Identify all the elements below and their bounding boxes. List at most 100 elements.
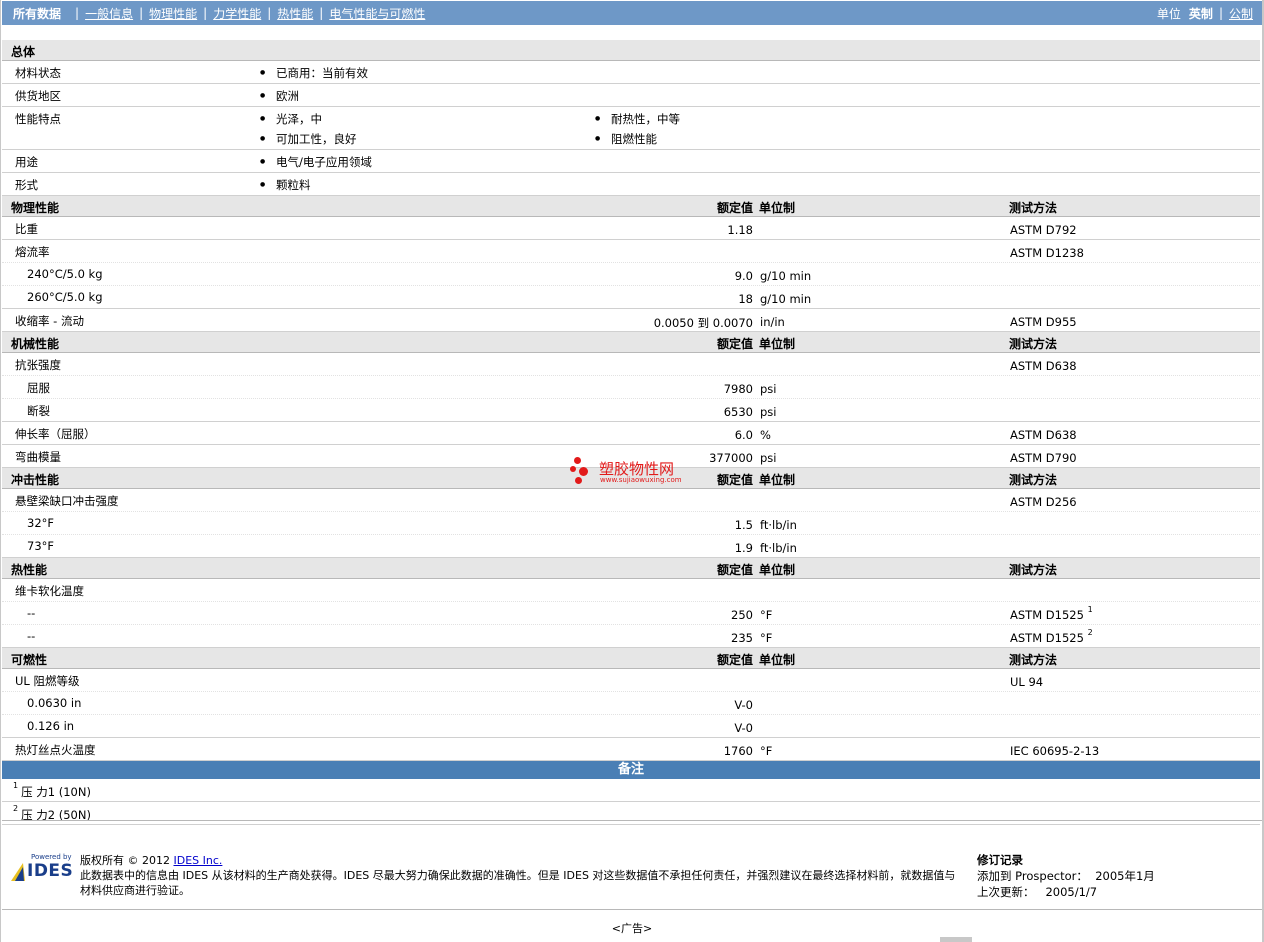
test-method-text: ASTM D1238 <box>1010 246 1084 260</box>
ides-logo[interactable]: Powered by IDES <box>9 853 73 883</box>
note-text-wrap: 1压 力1 (10N) <box>13 781 91 800</box>
table-row: 悬壁梁缺口冲击强度 ASTM D256 <box>2 489 1260 512</box>
nav-link-mechanical[interactable]: 力学性能 <box>213 5 261 22</box>
property-values: 欧洲 <box>260 88 940 108</box>
property-value: 1.18 <box>727 223 753 237</box>
section-header: 机械性能 额定值 单位制 测试方法 <box>2 332 1260 353</box>
footer: Powered by IDES 版权所有 © 2012 IDES Inc. 此数… <box>2 820 1262 910</box>
property-unit: psi <box>760 405 777 419</box>
property-name: -- <box>27 629 36 643</box>
horizontal-scrollbar[interactable] <box>940 937 972 942</box>
property-name: 弯曲模量 <box>15 450 61 464</box>
table-row: 抗张强度 ASTM D638 <box>2 353 1260 376</box>
updated-label: 上次更新： <box>977 885 1035 899</box>
property-unit: g/10 min <box>760 292 812 306</box>
table-row: 73°F 1.9 ft·lb/in <box>2 535 1260 558</box>
general-row: 供货地区 欧洲 <box>2 84 1260 107</box>
section-header: 物理性能 额定值 单位制 测试方法 <box>2 196 1260 217</box>
col-header-unit: 单位制 <box>759 201 796 215</box>
property-value: 7980 <box>723 382 753 396</box>
notes-header: 备注 <box>2 761 1260 779</box>
property-value-item: 可加工性，良好 <box>260 131 595 151</box>
test-method-text: ASTM D1525 <box>1010 631 1084 645</box>
top-nav: 所有数据 | 一般信息 | 物理性能 | 力学性能 | 热性能 | 电气性能与可… <box>2 1 1262 25</box>
test-method: ASTM D638 <box>1010 359 1077 373</box>
property-name: 0.126 in <box>27 719 75 733</box>
property-unit: g/10 min <box>760 269 812 283</box>
table-row: 熔流率 ASTM D1238 <box>2 240 1260 263</box>
property-value: 1.5 <box>734 518 753 532</box>
note-row: 1压 力1 (10N) <box>2 779 1260 802</box>
property-values: 已商用：当前有效 <box>260 65 940 85</box>
col-header-value: 额定值 <box>716 653 753 667</box>
test-method: ASTM D790 <box>1010 451 1077 465</box>
unit-imperial[interactable]: 英制 <box>1189 5 1213 22</box>
property-value: V-0 <box>734 721 753 735</box>
property-unit: °F <box>760 631 773 645</box>
property-value: 0.0050 到 0.0070 <box>653 316 753 330</box>
property-name: 0.0630 in <box>27 696 82 710</box>
property-name: 抗张强度 <box>15 358 61 372</box>
property-value: 377000 <box>709 451 753 465</box>
section-title: 冲击性能 <box>11 473 60 487</box>
disclaimer-text: 此数据表中的信息由 IDES 从该材料的生产商处获得。IDES 尽最大努力确保此… <box>80 869 956 897</box>
ad-label[interactable]: <广告> <box>0 920 1264 936</box>
property-unit: psi <box>760 451 777 465</box>
unit-metric-link[interactable]: 公制 <box>1229 5 1253 22</box>
property-name: 维卡软化温度 <box>15 584 84 598</box>
property-value: 1.9 <box>734 541 753 555</box>
col-header-unit: 单位制 <box>759 473 796 487</box>
col-header-value: 额定值 <box>716 473 753 487</box>
col-header-method: 测试方法 <box>1009 201 1058 215</box>
copyright-block: 版权所有 © 2012 IDES Inc. 此数据表中的信息由 IDES 从该材… <box>80 853 960 898</box>
property-value: 250 <box>731 608 753 622</box>
property-name: 供货地区 <box>15 89 61 103</box>
table-row: 伸长率（屈服） 6.0% ASTM D638 <box>2 422 1260 445</box>
property-value: 6.0 <box>734 428 753 442</box>
property-name: 用途 <box>15 155 38 169</box>
general-row: 材料状态 已商用：当前有效 <box>2 61 1260 84</box>
general-row: 性能特点 光泽，中耐热性，中等可加工性，良好阻燃性能 <box>2 107 1260 150</box>
section-title: 热性能 <box>11 563 48 577</box>
general-row: 形式 颗粒料 <box>2 173 1260 196</box>
nav-link-thermal[interactable]: 热性能 <box>277 5 313 22</box>
property-value-item: 电气/电子应用领域 <box>260 154 595 174</box>
property-values: 颗粒料 <box>260 177 940 197</box>
nav-link-physical[interactable]: 物理性能 <box>149 5 197 22</box>
test-method: IEC 60695-2-13 <box>1010 744 1099 758</box>
section-header: 可燃性 额定值 单位制 测试方法 <box>2 648 1260 669</box>
nav-all-data[interactable]: 所有数据 <box>2 5 69 22</box>
property-unit: °F <box>760 744 773 758</box>
property-name: 屈服 <box>27 381 50 395</box>
added-value: 2005年1月 <box>1095 869 1155 883</box>
ides-link[interactable]: IDES Inc. <box>173 854 222 867</box>
table-row: UL 阻燃等级 UL 94 <box>2 669 1260 692</box>
nav-link-electrical[interactable]: 电气性能与可燃性 <box>329 5 425 22</box>
property-unit: ft·lb/in <box>760 518 797 532</box>
property-unit: % <box>760 428 771 442</box>
col-header-value: 额定值 <box>716 201 753 215</box>
nav-link-general[interactable]: 一般信息 <box>85 5 133 22</box>
property-unit: psi <box>760 382 777 396</box>
table-row: 断裂 6530 psi <box>2 399 1260 422</box>
test-method-text: UL 94 <box>1010 675 1044 689</box>
property-name: 32°F <box>27 516 54 530</box>
property-name: 73°F <box>27 539 54 553</box>
property-name: 260°C/5.0 kg <box>27 290 103 304</box>
test-method: ASTM D638 <box>1010 428 1077 442</box>
ides-triangle-icon <box>11 863 25 881</box>
test-method-text: ASTM D790 <box>1010 451 1077 465</box>
test-method: ASTM D1525 1 <box>1010 605 1093 622</box>
section-header: 热性能 额定值 单位制 测试方法 <box>2 558 1260 579</box>
test-method-text: ASTM D638 <box>1010 359 1077 373</box>
property-values: 光泽，中耐热性，中等可加工性，良好阻燃性能 <box>260 111 940 151</box>
property-value: 1760 <box>723 744 753 758</box>
property-name: UL 阻燃等级 <box>15 674 80 688</box>
powered-by-text: Powered by <box>31 853 72 861</box>
col-header-value: 额定值 <box>716 337 753 351</box>
test-method: ASTM D792 <box>1010 223 1077 237</box>
property-value: 18 <box>738 292 753 306</box>
revision-history: 修订记录 添加到 Prospector： 2005年1月 上次更新： 2005/… <box>977 852 1155 900</box>
property-name: 比重 <box>15 222 38 236</box>
updated-value: 2005/1/7 <box>1045 885 1098 899</box>
